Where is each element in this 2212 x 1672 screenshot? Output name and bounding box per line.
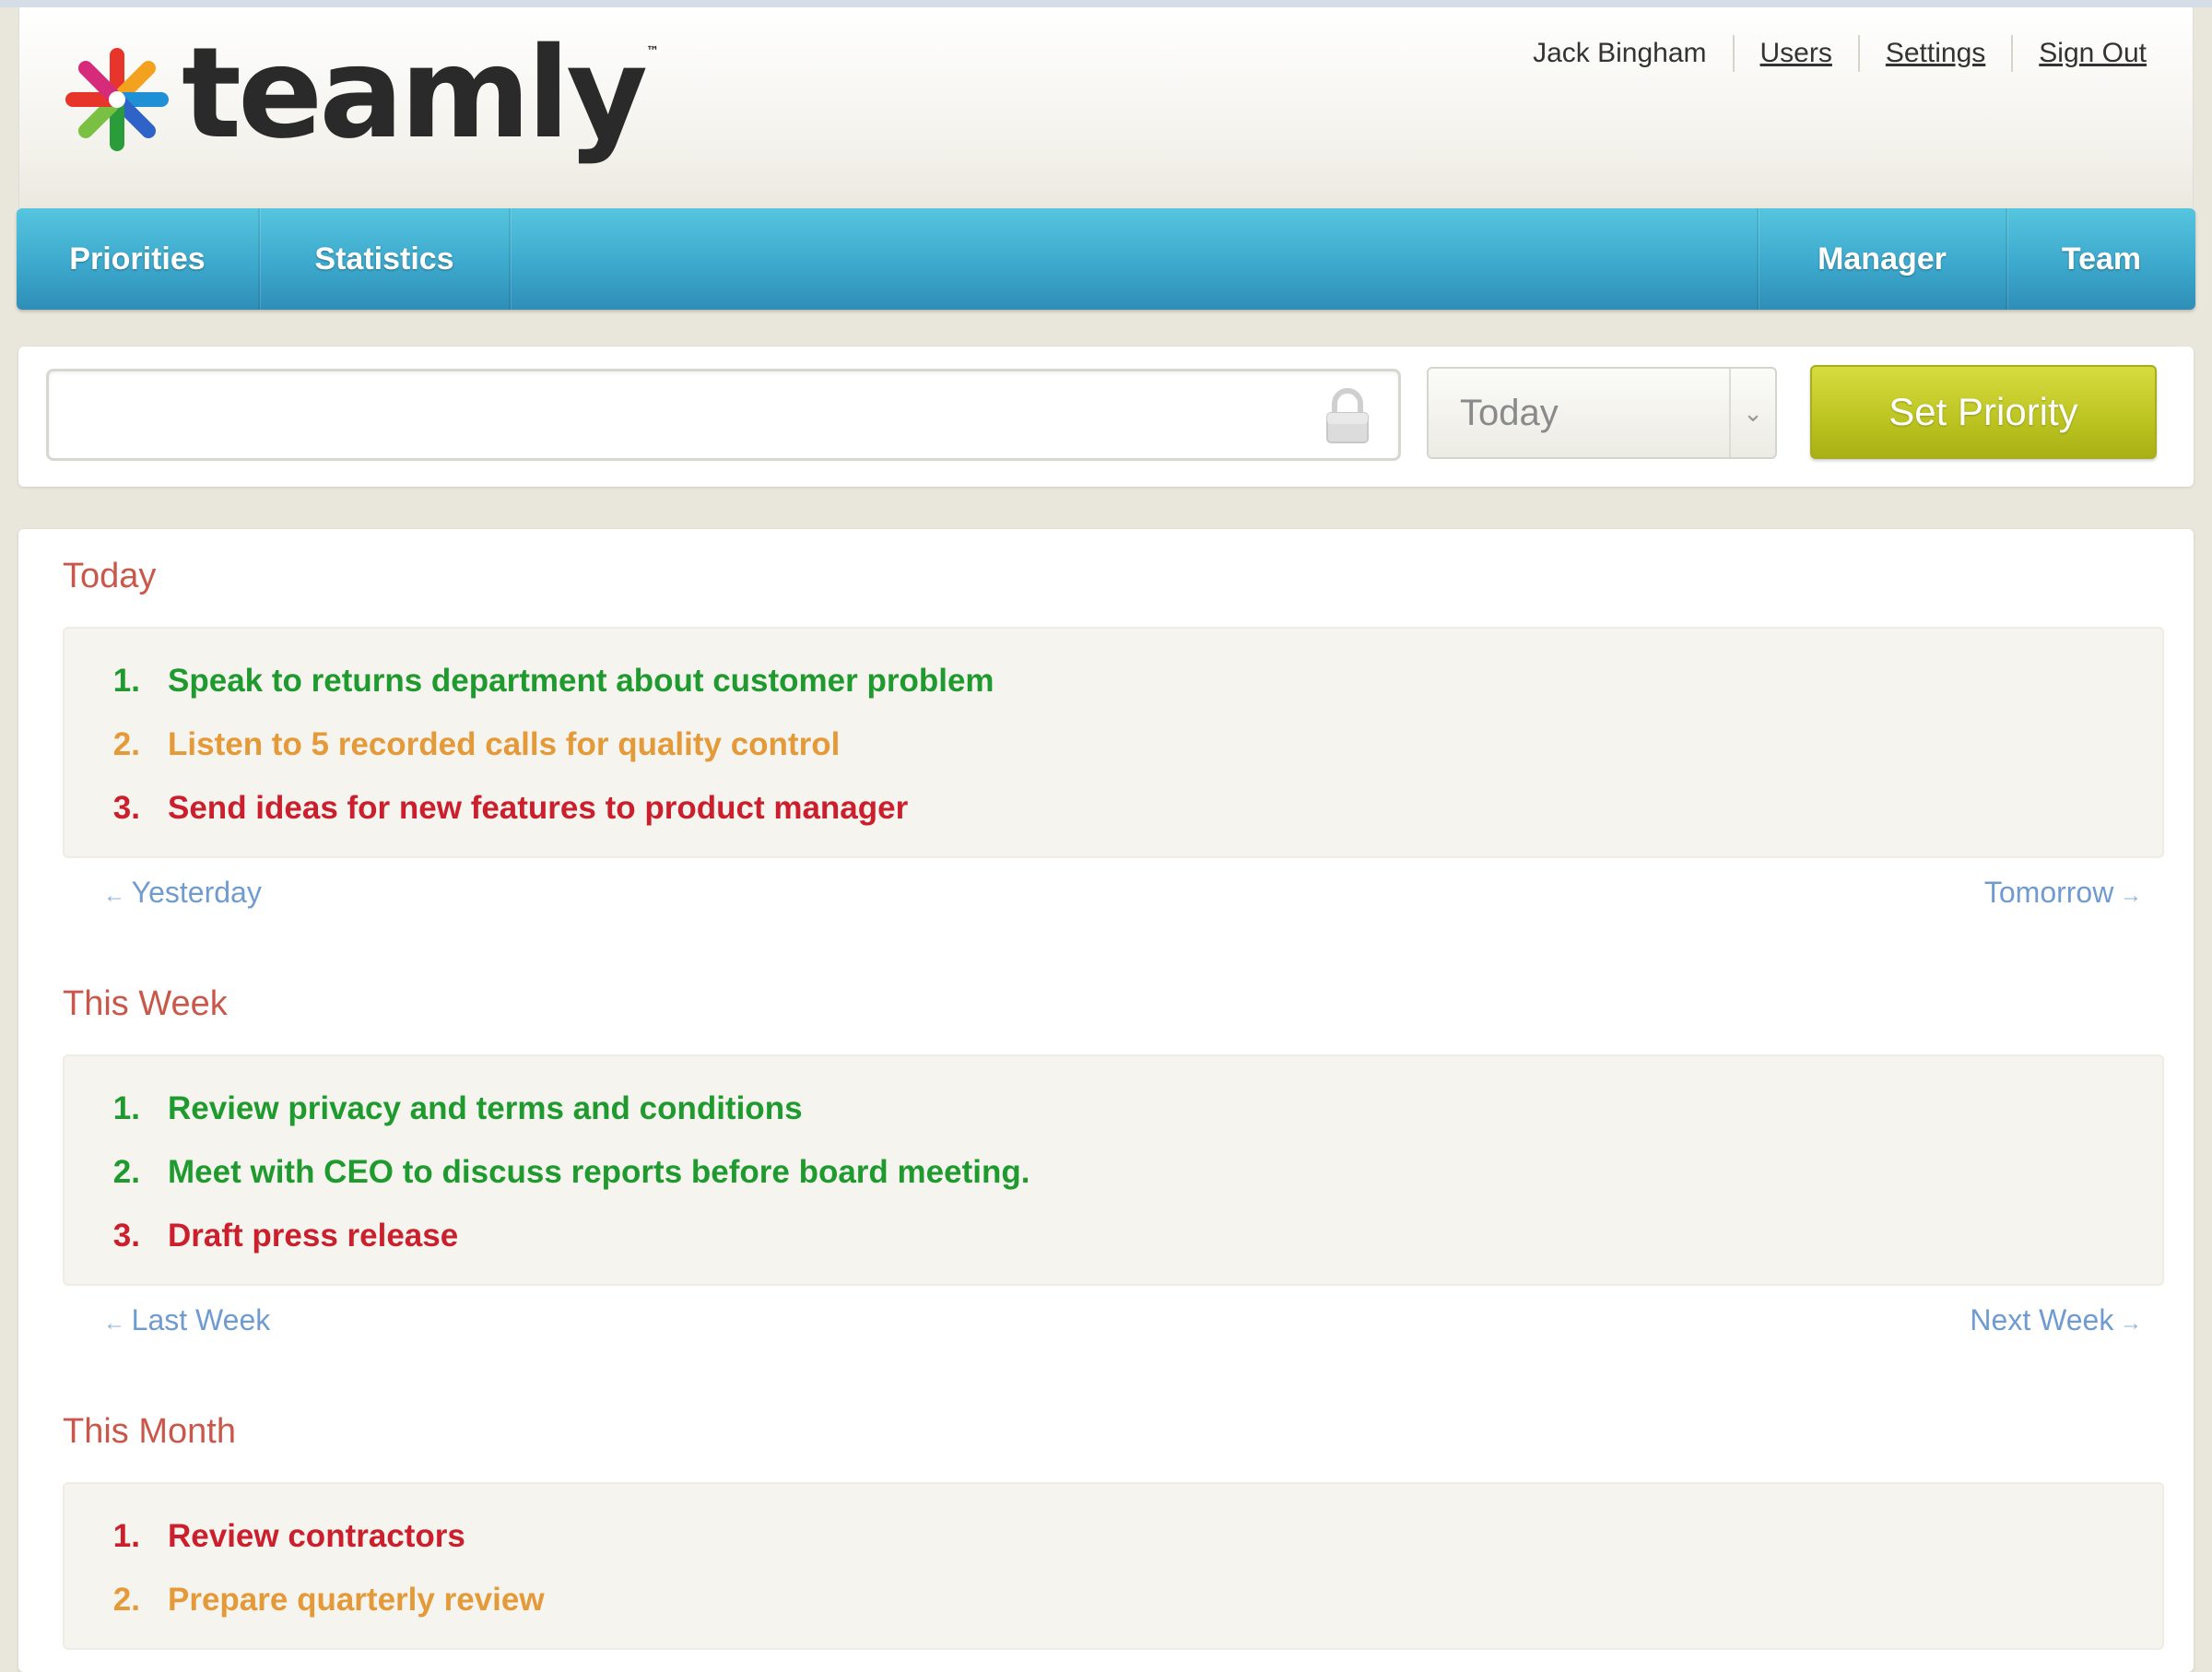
yesterday-label: Yesterday (131, 876, 262, 909)
item-number: 3. (112, 1217, 140, 1254)
lock-icon[interactable] (1320, 385, 1375, 446)
item-text: Prepare quarterly review (168, 1581, 545, 1618)
item-number: 2. (112, 1153, 140, 1190)
item-number: 1. (112, 662, 140, 699)
settings-link[interactable]: Settings (1886, 38, 1985, 69)
nav-right-group: Manager Team (1757, 208, 2195, 310)
users-link[interactable]: Users (1760, 38, 1832, 69)
list-item[interactable]: 1. Review contractors (65, 1504, 2162, 1568)
tab-manager[interactable]: Manager (1757, 208, 2006, 310)
timeframe-selected-value: Today (1460, 392, 1559, 433)
tab-team[interactable]: Team (2006, 208, 2195, 310)
list-item[interactable]: 2. Listen to 5 recorded calls for qualit… (65, 712, 2162, 776)
item-text: Draft press release (168, 1217, 459, 1254)
tomorrow-link[interactable]: Tomorrow → (1984, 876, 2142, 910)
list-item[interactable]: 1. Speak to returns department about cus… (65, 649, 2162, 712)
main-nav: Priorities Statistics Manager Team (17, 208, 2195, 310)
priorities-panel: Today 1. Speak to returns department abo… (18, 529, 2194, 1672)
item-number: 2. (112, 725, 140, 762)
item-text: Review privacy and terms and conditions (168, 1089, 803, 1126)
window-top-strip (0, 0, 2212, 7)
divider (2011, 35, 2014, 72)
yesterday-link[interactable]: ← Yesterday (103, 876, 262, 910)
item-text: Meet with CEO to discuss reports before … (168, 1153, 1030, 1190)
list-item[interactable]: 1. Review privacy and terms and conditio… (65, 1077, 2162, 1140)
list-item[interactable]: 2. Prepare quarterly review (65, 1568, 2162, 1631)
arrow-left-icon: ← (103, 1311, 132, 1336)
section-title-month: This Month (63, 1412, 236, 1451)
priority-entry-bar: Today ⌄ Set Priority (18, 347, 2194, 487)
nav-left-group: Priorities Statistics (17, 208, 511, 310)
item-text: Speak to returns department about custom… (168, 662, 994, 699)
week-pager: ← Last Week Next Week → (63, 1303, 2164, 1349)
week-list: 1. Review privacy and terms and conditio… (63, 1054, 2164, 1286)
arrow-right-icon: → (2113, 883, 2142, 908)
chevron-down-icon[interactable]: ⌄ (1729, 369, 1775, 457)
list-item[interactable]: 3. Send ideas for new features to produc… (65, 776, 2162, 840)
current-user-name: Jack Bingham (1533, 38, 1707, 68)
list-item[interactable]: 3. Draft press release (65, 1204, 2162, 1267)
divider (1857, 35, 1860, 72)
brand-logo[interactable]: teamly ™ (62, 31, 660, 164)
account-links: Jack Bingham Users Settings Sign Out (1533, 35, 2147, 72)
timeframe-select[interactable]: Today ⌄ (1427, 367, 1777, 459)
item-text: Review contractors (168, 1517, 465, 1554)
arrow-right-icon: → (2113, 1311, 2142, 1336)
item-number: 1. (112, 1517, 140, 1554)
item-text: Listen to 5 recorded calls for quality c… (168, 725, 841, 762)
header: teamly ™ Jack Bingham Users Settings Sig… (18, 7, 2194, 208)
asterisk-logo-icon (65, 48, 169, 151)
month-list: 1. Review contractors 2. Prepare quarter… (63, 1482, 2164, 1650)
list-item[interactable]: 2. Meet with CEO to discuss reports befo… (65, 1140, 2162, 1204)
last-week-link[interactable]: ← Last Week (103, 1303, 270, 1337)
today-list: 1. Speak to returns department about cus… (63, 627, 2164, 858)
item-number: 2. (112, 1581, 140, 1618)
trademark-mark: ™ (646, 44, 660, 59)
today-pager: ← Yesterday Tomorrow → (63, 876, 2164, 922)
priority-text-input[interactable] (46, 369, 1401, 461)
last-week-label: Last Week (131, 1303, 271, 1336)
item-text: Send ideas for new features to product m… (168, 789, 909, 826)
next-week-link[interactable]: Next Week → (1970, 1303, 2142, 1337)
brand-name: teamly (182, 21, 648, 167)
section-title-week: This Week (63, 984, 228, 1023)
tomorrow-label: Tomorrow (1983, 876, 2114, 909)
item-number: 3. (112, 789, 140, 826)
divider (1732, 35, 1735, 72)
sign-out-link[interactable]: Sign Out (2039, 38, 2147, 69)
next-week-label: Next Week (1970, 1303, 2114, 1336)
tab-priorities[interactable]: Priorities (17, 208, 260, 310)
arrow-left-icon: ← (103, 883, 132, 908)
tab-statistics[interactable]: Statistics (260, 208, 511, 310)
section-title-today: Today (63, 557, 157, 595)
set-priority-button[interactable]: Set Priority (1810, 365, 2157, 459)
item-number: 1. (112, 1089, 140, 1126)
